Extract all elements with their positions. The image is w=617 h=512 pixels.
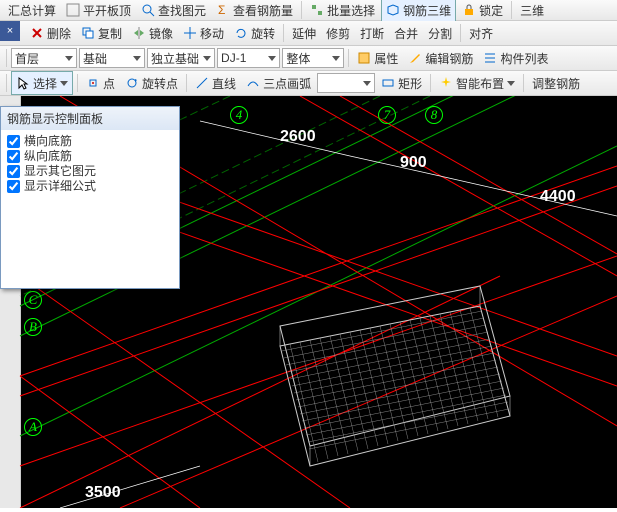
caret-icon xyxy=(60,81,68,86)
props-button[interactable]: 属性 xyxy=(353,47,402,69)
empty-combo[interactable] xyxy=(317,73,375,93)
rebar-display-panel[interactable]: 钢筋显示控制面板 横向底筋 纵向底筋 显示其它图元 显示详细公式 xyxy=(0,106,180,289)
close-tab[interactable]: × xyxy=(0,21,20,41)
lock-button[interactable]: 锁定 xyxy=(458,0,507,21)
dim-3500: 3500 xyxy=(85,484,121,502)
separator xyxy=(301,1,302,19)
break-button[interactable]: 打断 xyxy=(356,22,388,44)
move-icon xyxy=(183,26,197,40)
caret-icon xyxy=(203,56,211,61)
view3d-button[interactable]: 三维 xyxy=(516,0,548,21)
arc3-button[interactable]: 三点画弧 xyxy=(242,72,315,94)
merge-button[interactable]: 合并 xyxy=(390,22,422,44)
edit-rebar-button[interactable]: 编辑钢筋 xyxy=(404,47,477,69)
whole-combo[interactable]: 整体 xyxy=(282,48,344,68)
chk-show-formula[interactable]: 显示详细公式 xyxy=(7,179,173,194)
extend-button[interactable]: 延伸 xyxy=(288,22,320,44)
adjust-button[interactable]: 调整钢筋 xyxy=(528,72,584,94)
view-button[interactable]: 查找图元 xyxy=(137,0,210,21)
rotate-button[interactable]: 旋转 xyxy=(230,22,279,44)
comp-list-button[interactable]: 构件列表 xyxy=(479,47,552,69)
caret-icon xyxy=(268,56,276,61)
list-icon xyxy=(483,51,497,65)
check-button[interactable]: 平开板顶 xyxy=(62,0,135,21)
rotate-icon xyxy=(234,26,248,40)
move-button[interactable]: 移动 xyxy=(179,22,228,44)
lock-icon xyxy=(462,3,476,17)
delete-button[interactable]: 删除 xyxy=(26,22,75,44)
rect-button[interactable]: 矩形 xyxy=(377,72,426,94)
separator xyxy=(6,49,7,67)
batch-icon xyxy=(310,3,324,17)
subcat-combo[interactable]: 独立基础 xyxy=(147,48,215,68)
trim-button[interactable]: 修剪 xyxy=(322,22,354,44)
chk-horiz-bottom[interactable]: 横向底筋 xyxy=(7,134,173,149)
mirror-icon xyxy=(132,26,146,40)
caret-icon xyxy=(133,56,141,61)
grid-4: 4 xyxy=(230,106,248,124)
line-icon xyxy=(195,76,209,90)
grid-7: 7 xyxy=(378,106,396,124)
copy-icon xyxy=(81,26,95,40)
batch-button[interactable]: 批量选择 xyxy=(306,0,379,21)
separator xyxy=(460,24,461,42)
dim-4400: 4400 xyxy=(540,188,576,206)
separator xyxy=(430,74,431,92)
delete-icon xyxy=(30,26,44,40)
rotpt-button[interactable]: 旋转点 xyxy=(121,72,182,94)
caret-icon xyxy=(65,56,73,61)
chk-show-other[interactable]: 显示其它图元 xyxy=(7,164,173,179)
separator xyxy=(511,1,512,19)
separator xyxy=(348,49,349,67)
separator xyxy=(283,24,284,42)
point-icon xyxy=(86,76,100,90)
svg-text:Σ: Σ xyxy=(218,3,225,17)
item-combo[interactable]: DJ-1 xyxy=(217,48,280,68)
rebar-qty-button[interactable]: Σ查看钢筋量 xyxy=(212,0,297,21)
arc-icon xyxy=(246,76,260,90)
grid-8: 8 xyxy=(425,106,443,124)
pencil-icon xyxy=(408,51,422,65)
grid-C: C xyxy=(24,291,42,309)
align-button[interactable]: 对齐 xyxy=(465,22,497,44)
search-icon xyxy=(141,3,155,17)
copy-button[interactable]: 复制 xyxy=(77,22,126,44)
rect-icon xyxy=(381,76,395,90)
floor-combo[interactable]: 首层 xyxy=(11,48,77,68)
cursor-icon xyxy=(16,76,30,90)
props-icon xyxy=(357,51,371,65)
rotate-point-icon xyxy=(125,76,139,90)
caret-icon xyxy=(507,81,515,86)
grid-A: A xyxy=(24,418,42,436)
dim-2600: 2600 xyxy=(280,128,316,146)
caret-icon xyxy=(332,56,340,61)
dim-900: 900 xyxy=(400,154,427,172)
separator xyxy=(6,74,7,92)
cube-icon xyxy=(386,3,400,17)
separator xyxy=(186,74,187,92)
split-button[interactable]: 分割 xyxy=(424,22,456,44)
smart-button[interactable]: 智能布置 xyxy=(435,72,519,94)
panel-title: 钢筋显示控制面板 xyxy=(1,107,179,130)
3d-rebar-button[interactable]: 钢筋三维 xyxy=(381,0,456,22)
caret-icon xyxy=(363,81,371,86)
separator xyxy=(523,74,524,92)
sigma-icon: Σ xyxy=(216,3,230,17)
magic-icon xyxy=(439,76,453,90)
category-combo[interactable]: 基础 xyxy=(79,48,145,68)
calc-button[interactable]: 汇总计算 xyxy=(4,0,60,21)
separator xyxy=(77,74,78,92)
grid-icon xyxy=(66,3,80,17)
chk-vert-bottom[interactable]: 纵向底筋 xyxy=(7,149,173,164)
select-button[interactable]: 选择 xyxy=(11,71,73,95)
grid-B: B xyxy=(24,318,42,336)
mirror-button[interactable]: 镜像 xyxy=(128,22,177,44)
point-button[interactable]: 点 xyxy=(82,72,119,94)
line-button[interactable]: 直线 xyxy=(191,72,240,94)
canvas-area[interactable]: 2600 900 4400 3500 4 7 8 C B A 钢筋显示控制面板 … xyxy=(0,96,617,508)
